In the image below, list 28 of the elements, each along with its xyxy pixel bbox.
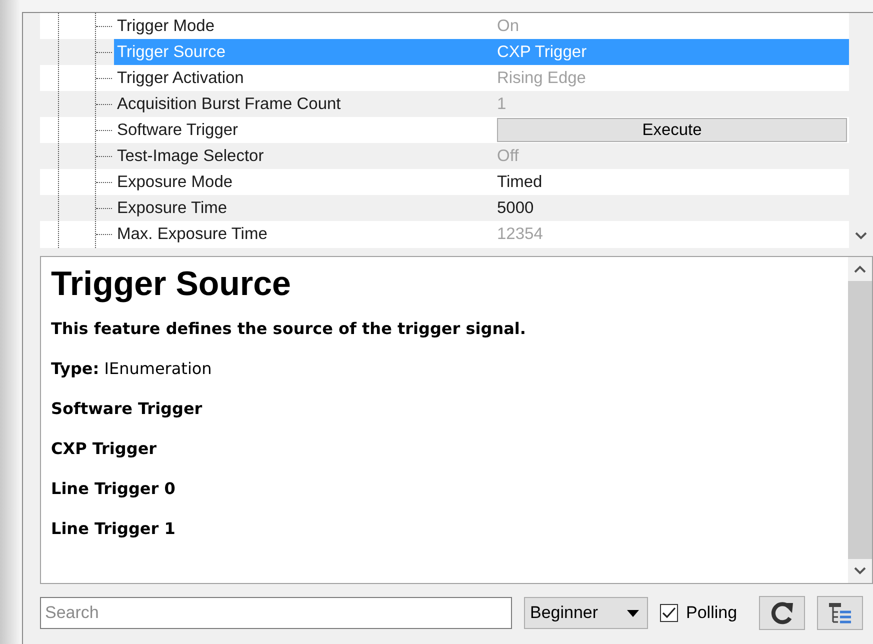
scrollbar[interactable] (849, 13, 873, 248)
tree-view-button[interactable] (817, 596, 864, 630)
feature-name[interactable]: Exposure Time (114, 195, 492, 221)
chevron-down-icon[interactable] (854, 567, 866, 575)
feature-name[interactable]: Exposure Mode (114, 169, 492, 195)
feature-value[interactable]: Timed (497, 172, 542, 192)
feature-type: Type: IEnumeration (51, 358, 213, 380)
polling-checkbox[interactable] (660, 604, 678, 622)
execute-button[interactable]: Execute (497, 118, 847, 142)
enum-entry: CXP Trigger (51, 438, 158, 460)
enum-entry: Software Trigger (51, 398, 204, 420)
feature-name[interactable]: Software Trigger (114, 117, 492, 143)
tree-list-icon (827, 601, 854, 625)
search-field[interactable]: Search (40, 597, 512, 629)
visibility-dropdown[interactable]: Beginner (524, 597, 648, 629)
enum-entry: Line Trigger 0 (51, 478, 176, 500)
dropdown-value: Beginner (530, 603, 598, 623)
scrollbar[interactable] (848, 257, 872, 583)
feature-summary: This feature defines the source of the trigger signal. (51, 318, 527, 340)
refresh-button[interactable] (759, 596, 806, 630)
feature-title: Trigger Source (51, 265, 292, 304)
polling-label[interactable]: Polling (686, 603, 738, 623)
chevron-up-icon[interactable] (854, 265, 866, 273)
caret-icon (627, 610, 639, 616)
refresh-icon (769, 601, 796, 625)
feature-value[interactable]: 5000 (497, 198, 534, 218)
enum-entry: Line Trigger 1 (51, 518, 176, 540)
chevron-down-icon[interactable] (855, 232, 867, 240)
